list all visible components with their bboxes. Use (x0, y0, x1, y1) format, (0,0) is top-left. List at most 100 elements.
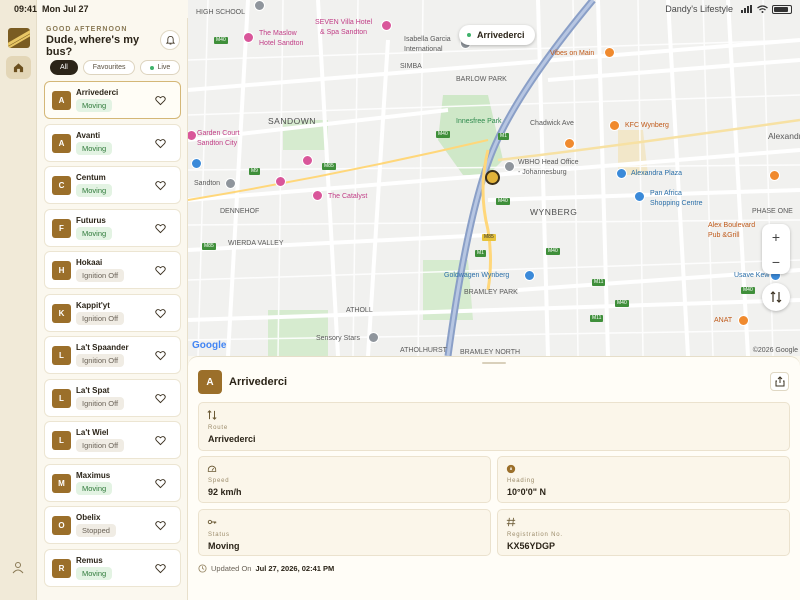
hotel-pin-icon[interactable] (312, 190, 323, 201)
sheet-grabber[interactable] (482, 362, 506, 364)
map-label: Alex Boulevard Pub &Grill (708, 222, 756, 239)
vehicle-card[interactable]: R Remus Moving (44, 548, 181, 587)
favourite-heart-icon[interactable] (155, 308, 166, 319)
favourite-heart-icon[interactable] (155, 223, 166, 234)
favourite-heart-icon[interactable] (155, 265, 166, 276)
callout-label: Arrivederci (477, 30, 525, 40)
notifications-button[interactable] (160, 30, 180, 50)
status-value: Moving (208, 541, 240, 551)
map-label: SIMBA (400, 63, 422, 70)
restaurant-pin-icon[interactable] (609, 120, 620, 131)
vehicle-card[interactable]: C Centum Moving (44, 166, 181, 204)
map-label: WBHO Head Office - Johannesburg (518, 159, 579, 176)
map-label: SEVEN Villa Hotel & Spa Sandton (315, 19, 373, 36)
key-icon (207, 519, 217, 525)
map-label: Garden Court Sandton City (197, 130, 240, 147)
restaurant-pin-icon[interactable] (604, 47, 615, 58)
restaurant-pin-icon[interactable] (738, 315, 749, 326)
vehicle-avatar: O (52, 516, 71, 535)
vehicle-card[interactable]: O Obelix Stopped (44, 506, 181, 544)
favourite-heart-icon[interactable] (155, 520, 166, 531)
vehicle-avatar: A (52, 133, 71, 153)
vehicle-avatar: C (52, 176, 71, 195)
favourite-heart-icon[interactable] (155, 138, 166, 149)
shop-pin-icon[interactable] (634, 191, 645, 202)
updated-label: Updated On (211, 564, 252, 573)
vehicle-card[interactable]: L La't Spaander Ignition Off (44, 336, 181, 374)
page-title: Dude, where's my bus? (46, 34, 140, 58)
vehicle-card[interactable]: A Avanti Moving (44, 123, 181, 162)
vehicle-card[interactable]: F Futurus Moving (44, 208, 181, 247)
route-shield: M85 (322, 163, 336, 170)
map-view[interactable]: HIGH SCHOOL The Maslow Hotel Sandton SEV… (188, 0, 800, 356)
vehicle-name: La't Wiel (76, 428, 109, 437)
route-shield: M85 (202, 243, 216, 250)
favourite-heart-icon[interactable] (155, 435, 166, 446)
vehicle-detail-sheet: A Arrivederci Route Arrivederci Speed 92… (188, 356, 800, 600)
home-nav-button[interactable] (6, 56, 31, 79)
map-label: Isabella Garcia International (404, 36, 451, 53)
status-badge: Moving (76, 226, 113, 240)
profile-icon[interactable] (11, 560, 25, 574)
status-bar: 09:41 Mon Jul 27 Dandy's Lifestyle (0, 0, 800, 18)
route-shield: M9 (249, 168, 260, 175)
greeting: GOOD AFTERNOON (46, 26, 128, 33)
hotel-pin-icon[interactable] (275, 176, 286, 187)
vehicle-avatar: L (52, 431, 71, 450)
vehicle-card[interactable]: K Kappit'yt Ignition Off (44, 293, 181, 332)
vehicle-card[interactable]: L La't Spat Ignition Off (44, 378, 181, 417)
zoom-in-button[interactable]: + (762, 224, 790, 249)
favourite-heart-icon[interactable] (155, 563, 166, 574)
clock-icon (198, 564, 207, 573)
filter-all[interactable]: All (50, 60, 78, 75)
shop-pin-icon[interactable] (616, 168, 627, 179)
favourite-heart-icon[interactable] (155, 95, 166, 106)
office-pin-icon (504, 161, 515, 172)
vehicle-avatar: A (52, 91, 71, 110)
filter-favourites[interactable]: Favourites (82, 60, 136, 75)
route-shield: M11 (590, 315, 604, 322)
vehicle-avatar: F (52, 218, 71, 238)
route-shield: M40 (496, 198, 510, 205)
hotel-pin-icon[interactable] (381, 20, 392, 31)
status-badge: Moving (76, 481, 113, 495)
share-button[interactable] (770, 372, 789, 391)
vehicle-callout[interactable]: Arrivederci (459, 25, 535, 45)
vehicle-name: Kappit'yt (76, 300, 110, 310)
route-panel: Route Arrivederci (198, 402, 790, 451)
map-label: Sandton (194, 180, 221, 187)
vehicle-card[interactable]: A Arrivederci Moving (44, 81, 181, 119)
vehicle-name: Avanti (76, 130, 101, 140)
restaurant-pin-icon[interactable] (769, 170, 780, 181)
bus-marker-icon[interactable] (485, 170, 500, 185)
share-icon (775, 376, 784, 387)
route-shield: M1 (498, 133, 509, 140)
map-label: BRAMLEY NORTH (460, 349, 521, 356)
wifi-icon (757, 5, 768, 13)
favourite-heart-icon[interactable] (155, 393, 166, 404)
zoom-out-button[interactable]: − (762, 249, 790, 274)
filter-live[interactable]: Live (140, 60, 181, 75)
hotel-pin-icon[interactable] (243, 32, 254, 43)
favourite-heart-icon[interactable] (155, 180, 166, 191)
route-label: Route (208, 425, 229, 431)
route-icon (770, 291, 782, 303)
map-label: WYNBERG (530, 207, 578, 217)
hotel-pin-icon[interactable] (302, 155, 313, 166)
route-toggle-button[interactable] (762, 283, 790, 311)
nav-rail (0, 0, 37, 600)
vehicle-card[interactable]: H Hokaai Ignition Off (44, 251, 181, 289)
shop-pin-icon[interactable] (524, 270, 535, 281)
restaurant-pin-icon[interactable] (564, 138, 575, 149)
status-label: Status (208, 532, 230, 538)
vehicle-name: La't Spaander (76, 343, 129, 352)
status-badge: Moving (76, 99, 113, 112)
vehicle-card[interactable]: L La't Wiel Ignition Off (44, 421, 181, 459)
vehicle-avatar: L (52, 346, 71, 365)
map-label: KFC Wynberg (625, 122, 669, 129)
vehicle-card[interactable]: M Maximus Moving (44, 463, 181, 502)
heading-value: 10°0'0" N (507, 487, 547, 497)
favourite-heart-icon[interactable] (155, 478, 166, 489)
favourite-heart-icon[interactable] (155, 350, 166, 361)
transit-pin-icon (191, 158, 202, 169)
